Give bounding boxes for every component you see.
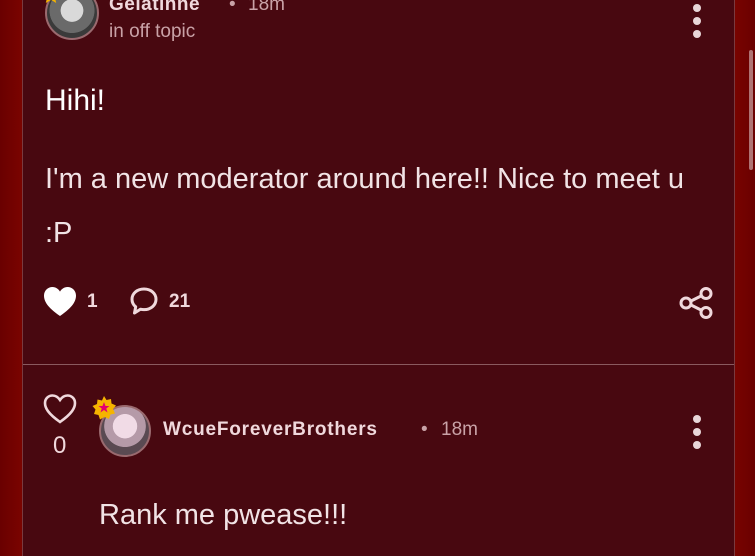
meta-separator: •	[229, 0, 236, 15]
like-count: 1	[87, 291, 98, 312]
post-time: 18m	[248, 0, 285, 15]
page-background-left	[0, 0, 22, 556]
post-author[interactable]: Gelatinne	[109, 0, 200, 16]
post-card[interactable]: 0 WcueForeverBrothers • 18m Rank me pwea…	[23, 365, 734, 556]
avatar[interactable]	[45, 0, 99, 40]
kebab-menu-icon[interactable]	[692, 415, 702, 449]
like-count: 0	[53, 432, 67, 459]
comment-count: 21	[169, 291, 191, 312]
post-author[interactable]: WcueForeverBrothers	[163, 419, 378, 441]
kebab-menu-icon[interactable]	[692, 4, 702, 38]
moderator-badge-icon	[45, 0, 57, 3]
page-scrollbar[interactable]	[749, 50, 753, 170]
post-topic[interactable]: in off topic	[109, 21, 195, 43]
post-title: Hihi!	[45, 84, 106, 117]
star-badge-icon	[92, 396, 116, 420]
comment-icon[interactable]	[129, 286, 159, 316]
heart-icon[interactable]	[43, 286, 77, 318]
heart-outline-icon[interactable]	[43, 393, 77, 425]
meta-separator: •	[421, 419, 428, 440]
post-card[interactable]: Gelatinne • 18m in off topic Hihi! I'm a…	[23, 0, 734, 365]
share-icon[interactable]	[679, 287, 713, 319]
post-body: I'm a new moderator around here!! Nice t…	[45, 163, 685, 249]
post-body: Rank me pwease!!!	[99, 499, 348, 531]
post-time: 18m	[441, 419, 478, 440]
post-feed: Gelatinne • 18m in off topic Hihi! I'm a…	[22, 0, 735, 556]
